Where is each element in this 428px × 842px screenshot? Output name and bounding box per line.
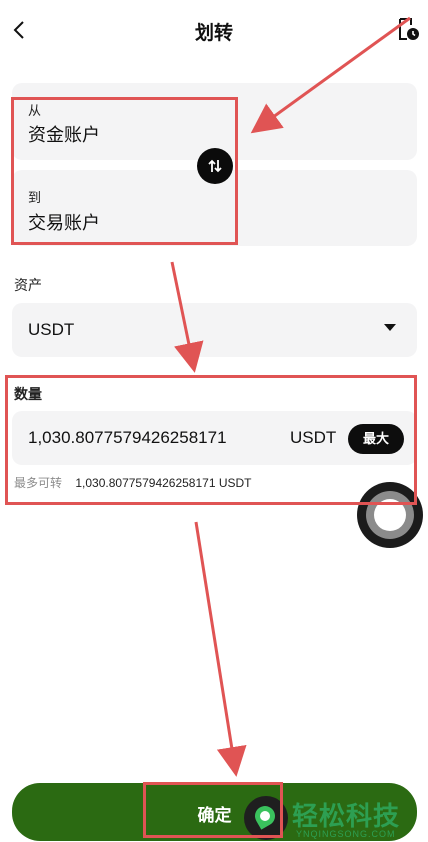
annotation-arrow-3 (194, 521, 247, 777)
annotation-arrow-2 (170, 261, 204, 373)
annotation-arrow-1 (250, 16, 411, 134)
annotation-arrows (170, 16, 411, 777)
